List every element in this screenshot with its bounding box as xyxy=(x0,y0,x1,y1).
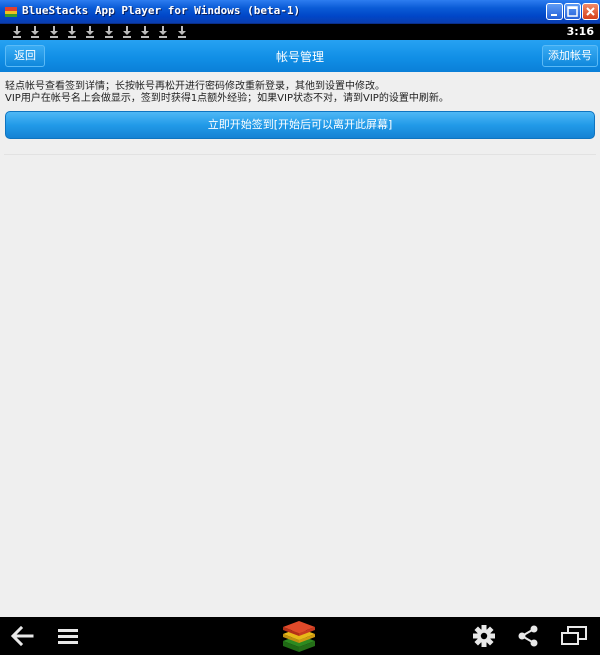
maximize-button[interactable] xyxy=(564,3,581,20)
window-title-bar[interactable]: BlueStacks App Player for Windows (beta-… xyxy=(0,0,600,24)
start-signin-button[interactable]: 立即开始签到[开始后可以离开此屏幕] xyxy=(5,111,595,139)
download-notification-icon xyxy=(31,26,40,38)
window-title: BlueStacks App Player for Windows (beta-… xyxy=(22,4,301,17)
download-notification-icon xyxy=(159,26,168,38)
minimize-button[interactable] xyxy=(546,3,563,20)
download-notification-icon xyxy=(104,26,113,38)
download-notification-icon xyxy=(141,26,150,38)
download-notification-icon xyxy=(13,26,21,38)
page-title: 帐号管理 xyxy=(275,50,324,64)
content-area: 轻点帐号查看签到详情；长按帐号再松开进行密码修改重新登录，其他到设置中修改。 V… xyxy=(0,72,600,617)
download-notification-icon xyxy=(67,26,76,38)
settings-gear-icon[interactable] xyxy=(470,623,498,649)
minimize-icon xyxy=(551,14,557,16)
divider xyxy=(4,154,596,155)
instruction-line: VIP用户在帐号名上会做显示，签到时获得1点额外经验；如果VIP状态不对，请到V… xyxy=(5,93,449,104)
download-notification-icon xyxy=(49,26,58,38)
back-arrow-icon[interactable] xyxy=(8,623,36,649)
maximize-icon xyxy=(567,6,578,17)
instructions-text: 轻点帐号查看签到详情；长按帐号再松开进行密码修改重新登录，其他到设置中修改。 V… xyxy=(5,81,597,105)
status-bar: 3:16 xyxy=(0,24,600,40)
close-button[interactable] xyxy=(582,3,599,20)
bluestacks-logo-icon xyxy=(5,7,17,17)
download-notification-icon xyxy=(177,26,186,38)
action-bar: 返回 帐号管理 添加帐号 xyxy=(0,40,600,72)
instruction-line: 轻点帐号查看签到详情；长按帐号再松开进行密码修改重新登录，其他到设置中修改。 xyxy=(5,81,385,92)
bluestacks-home-icon[interactable] xyxy=(280,619,318,653)
download-notification-icon xyxy=(86,26,95,38)
screen-rotate-icon[interactable] xyxy=(560,623,588,649)
close-icon xyxy=(586,7,595,16)
status-clock: 3:16 xyxy=(566,25,594,38)
menu-icon[interactable] xyxy=(54,623,82,649)
share-icon[interactable] xyxy=(514,623,542,649)
bottom-nav-bar xyxy=(0,617,600,655)
download-notification-icon xyxy=(122,26,131,38)
add-account-button[interactable]: 添加帐号 xyxy=(542,45,598,67)
